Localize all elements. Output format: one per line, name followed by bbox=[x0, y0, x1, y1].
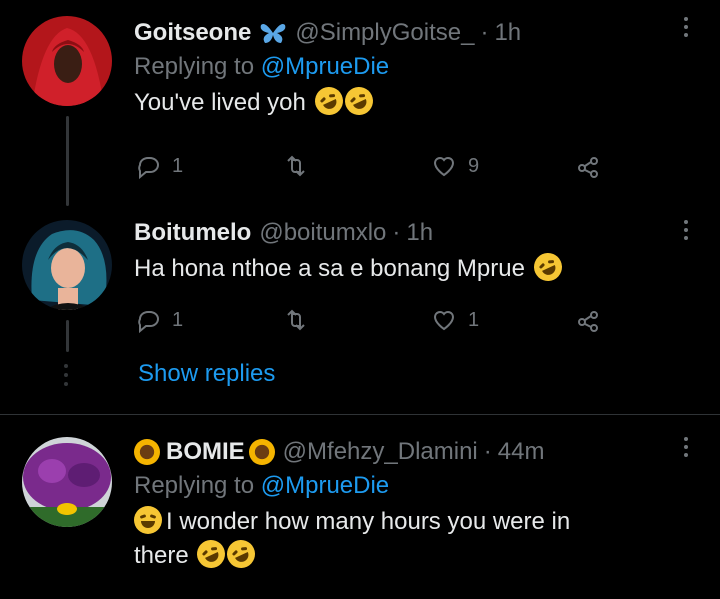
more-options-icon[interactable] bbox=[682, 17, 690, 37]
reply-icon bbox=[138, 311, 159, 334]
timestamp[interactable]: 1h bbox=[494, 18, 521, 48]
more-options-icon[interactable] bbox=[682, 220, 690, 240]
replying-prefix: Replying to bbox=[134, 53, 255, 80]
tweet-text: I wonder how many hours you were in ther… bbox=[134, 505, 680, 573]
tweet-text-line2: there bbox=[134, 542, 189, 569]
separator-dot: · bbox=[483, 438, 492, 465]
avatar-goitseone[interactable] bbox=[22, 16, 112, 106]
timestamp[interactable]: 44m bbox=[498, 437, 545, 467]
avatar-boitumelo[interactable] bbox=[22, 220, 112, 310]
mention-link[interactable]: @MprueDie bbox=[261, 53, 389, 80]
replying-prefix: Replying to bbox=[134, 472, 255, 499]
rolling-on-floor-laughing-icon bbox=[309, 82, 348, 120]
like-count: 9 bbox=[468, 154, 480, 177]
thread-line bbox=[66, 320, 69, 352]
tweet-actions: 1 1 bbox=[134, 304, 614, 336]
reply-icon bbox=[138, 157, 159, 180]
handle[interactable]: @SimplyGoitse_ bbox=[295, 18, 474, 48]
rolling-on-floor-laughing-icon bbox=[339, 82, 378, 120]
tweet-goitseone[interactable]: Goitseone @SimplyGoitse_ · 1h Replying t… bbox=[0, 0, 720, 206]
show-replies-link[interactable]: Show replies bbox=[138, 360, 275, 388]
sunflower-icon bbox=[134, 439, 160, 465]
heart-icon bbox=[433, 157, 455, 177]
reply-button[interactable]: 1 bbox=[134, 152, 183, 180]
thread-dots bbox=[64, 364, 68, 386]
separator-dot: · bbox=[392, 219, 401, 246]
retweet-icon bbox=[287, 155, 305, 177]
tweet-text-content: Ha hona nthoe a sa e bonang Mprue bbox=[134, 255, 525, 282]
share-button[interactable] bbox=[574, 306, 602, 334]
share-button[interactable] bbox=[574, 152, 602, 180]
display-name[interactable]: BOMIE bbox=[166, 437, 245, 467]
mention-link[interactable]: @MprueDie bbox=[261, 472, 389, 499]
heart-icon bbox=[433, 311, 455, 331]
rolling-on-floor-laughing-icon bbox=[192, 535, 230, 573]
thread-line bbox=[66, 116, 69, 206]
like-count: 1 bbox=[468, 308, 480, 331]
share-icon bbox=[578, 157, 598, 178]
tweet-header: Goitseone @SimplyGoitse_ · 1h bbox=[134, 18, 680, 48]
reply-button[interactable]: 1 bbox=[134, 306, 183, 334]
tweet-text: You've lived yoh bbox=[134, 82, 680, 120]
more-options-icon[interactable] bbox=[682, 437, 690, 457]
tweet-bomie[interactable]: BOMIE @Mfehzy_Dlamini · 44m Replying to … bbox=[0, 415, 720, 599]
retweet-icon bbox=[287, 309, 305, 331]
retweet-button[interactable] bbox=[282, 306, 310, 334]
tweet-text: Ha hona nthoe a sa e bonang Mprue bbox=[134, 248, 680, 286]
handle[interactable]: @Mfehzy_Dlamini bbox=[283, 437, 478, 467]
share-icon bbox=[578, 311, 598, 332]
tweet-boitumelo[interactable]: Boitumelo @boitumxlo · 1h Ha hona nthoe … bbox=[0, 200, 720, 352]
replying-to: Replying to @MprueDie bbox=[134, 52, 680, 82]
display-name[interactable]: Goitseone bbox=[134, 18, 251, 48]
tweet-text-content: You've lived yoh bbox=[134, 89, 306, 116]
face-with-tears-of-joy-icon bbox=[134, 506, 162, 534]
rolling-on-floor-laughing-icon bbox=[222, 535, 260, 573]
tweet-actions: 1 9 bbox=[134, 150, 614, 182]
tweet-header: Boitumelo @boitumxlo · 1h bbox=[134, 218, 680, 248]
avatar-bomie[interactable] bbox=[22, 437, 112, 527]
tweet-header: BOMIE @Mfehzy_Dlamini · 44m bbox=[134, 437, 680, 467]
timestamp[interactable]: 1h bbox=[406, 218, 433, 248]
display-name[interactable]: Boitumelo bbox=[134, 218, 251, 248]
butterfly-icon bbox=[259, 21, 287, 45]
handle[interactable]: @boitumxlo bbox=[259, 218, 386, 248]
rolling-on-floor-laughing-icon bbox=[529, 248, 567, 286]
like-button[interactable]: 1 bbox=[430, 306, 479, 334]
retweet-button[interactable] bbox=[282, 152, 310, 180]
sunflower-icon bbox=[248, 439, 275, 465]
replying-to: Replying to @MprueDie bbox=[134, 471, 680, 501]
reply-count: 1 bbox=[172, 154, 184, 177]
reply-count: 1 bbox=[172, 308, 184, 331]
separator-dot: · bbox=[480, 19, 489, 46]
like-button[interactable]: 9 bbox=[430, 152, 479, 180]
tweet-text-line1: I wonder how many hours you were in bbox=[166, 508, 571, 535]
